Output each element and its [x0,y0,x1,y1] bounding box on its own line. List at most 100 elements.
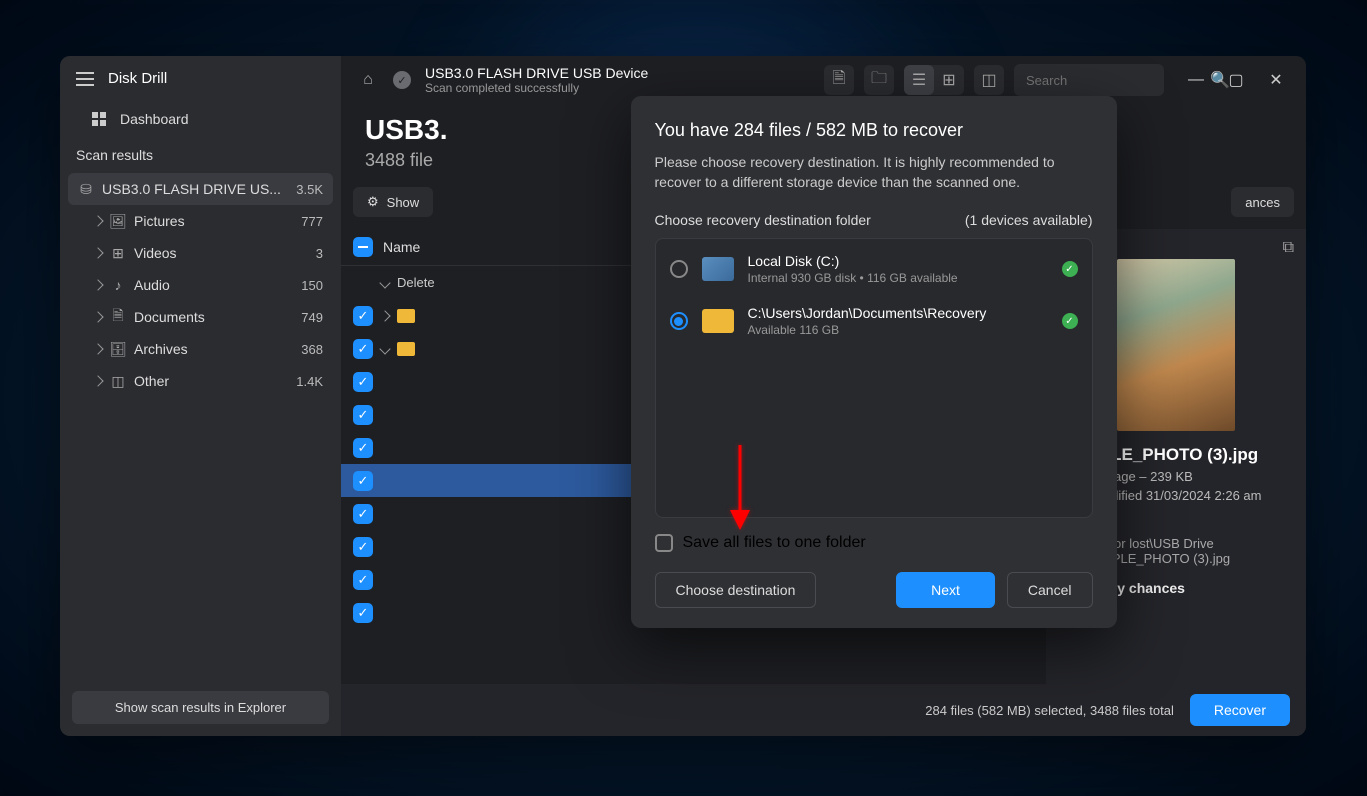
destination-recovery-folder[interactable]: C:\Users\Jordan\Documents\Recovery Avail… [656,295,1092,347]
preview-thumbnail [1117,259,1235,431]
sidebar-item-label: Archives [134,341,293,357]
main-panel: ⌂ ✓ USB3.0 FLASH DRIVE USB Device Scan c… [341,56,1306,736]
row-checkbox[interactable] [353,471,373,491]
sidebar-item-count: 749 [301,310,323,325]
sidebar-item-label: Pictures [134,213,293,229]
radio-checked[interactable] [670,312,688,330]
sidebar-item-device[interactable]: ⛁ USB3.0 FLASH DRIVE US... 3.5K [68,173,333,205]
device-title: USB3.0 FLASH DRIVE USB Device [425,65,648,81]
save-all-label: Save all files to one folder [683,534,866,552]
document-icon: 🗎 [110,309,126,325]
next-button[interactable]: Next [896,572,995,608]
check-icon: ✓ [1062,261,1078,277]
search-input[interactable] [1026,73,1202,88]
image-icon: 🖼 [110,213,126,229]
list-view-button[interactable]: ☰ [904,65,934,95]
menu-icon[interactable] [76,72,94,86]
show-filter[interactable]: ⚙Show [353,187,433,217]
selection-status: 284 files (582 MB) selected, 3488 files … [925,703,1174,718]
app-title: Disk Drill [108,70,167,87]
show-in-explorer-button[interactable]: Show scan results in Explorer [72,691,329,724]
sidebar: Disk Drill Dashboard Scan results ⛁ USB3… [60,56,341,736]
dashboard-icon [92,112,106,126]
popout-icon[interactable]: ⧉ [1283,239,1294,257]
panel-toggle-button[interactable]: ◫ [974,65,1004,95]
select-all-checkbox[interactable] [353,237,373,257]
row-checkbox[interactable] [353,339,373,359]
choose-destination-button[interactable]: Choose destination [655,572,817,608]
destination-details: Internal 930 GB disk • 116 GB available [748,271,1048,285]
sidebar-item-label: Other [134,373,288,389]
sidebar-item-count: 150 [301,278,323,293]
recover-button[interactable]: Recover [1190,694,1290,726]
sidebar-item-videos[interactable]: ⊞ Videos 3 [68,237,333,269]
archive-icon: 🗄 [110,341,126,357]
minimize-button[interactable]: — [1178,65,1214,95]
cancel-button[interactable]: Cancel [1007,572,1093,608]
row-checkbox[interactable] [353,372,373,392]
home-button[interactable]: ⌂ [353,65,383,95]
checkbox-unchecked[interactable] [655,534,673,552]
sidebar-item-documents[interactable]: 🗎 Documents 749 [68,301,333,333]
chevron-down-icon[interactable] [379,277,390,288]
radio-unchecked[interactable] [670,260,688,278]
row-checkbox[interactable] [353,537,373,557]
audio-icon: ♪ [110,277,126,293]
sidebar-item-count: 3.5K [296,182,323,197]
destination-local-disk[interactable]: Local Disk (C:) Internal 930 GB disk • 1… [656,243,1092,295]
scan-results-heading: Scan results [60,137,341,173]
sidebar-item-label: Videos [134,245,308,261]
destination-name: C:\Users\Jordan\Documents\Recovery [748,305,1048,321]
folder-view-button[interactable]: 🗀 [864,65,894,95]
folder-icon [397,342,415,356]
chevron-right-icon [92,343,103,354]
row-checkbox[interactable] [353,570,373,590]
row-checkbox[interactable] [353,504,373,524]
row-checkbox[interactable] [353,603,373,623]
chevron-right-icon [92,311,103,322]
app-window: Disk Drill Dashboard Scan results ⛁ USB3… [60,56,1306,736]
close-button[interactable]: ✕ [1258,65,1294,95]
search-box[interactable]: 🔍 [1014,64,1164,96]
sidebar-item-archives[interactable]: 🗄 Archives 368 [68,333,333,365]
chevron-down-icon [379,343,390,354]
row-checkbox[interactable] [353,438,373,458]
video-icon: ⊞ [110,245,126,261]
destination-name: Local Disk (C:) [748,253,1048,269]
chevron-right-icon [92,247,103,258]
recovery-destination-dialog: You have 284 files / 582 MB to recover P… [631,96,1117,628]
folder-icon [397,309,415,323]
status-bar: 284 files (582 MB) selected, 3488 files … [341,684,1306,736]
sidebar-item-label: Documents [134,309,293,325]
dashboard-label: Dashboard [120,111,189,127]
chances-filter[interactable]: ances [1231,187,1294,217]
sidebar-item-label: Audio [134,277,293,293]
check-icon: ✓ [1062,313,1078,329]
sidebar-item-other[interactable]: ◫ Other 1.4K [68,365,333,397]
row-checkbox[interactable] [353,405,373,425]
chevron-right-icon [92,375,103,386]
save-all-option[interactable]: Save all files to one folder [655,534,1093,552]
destination-list: Local Disk (C:) Internal 930 GB disk • 1… [655,238,1093,518]
dashboard-nav[interactable]: Dashboard [60,101,341,137]
disk-icon [702,257,734,281]
sidebar-item-audio[interactable]: ♪ Audio 150 [68,269,333,301]
disk-icon: ⛁ [78,181,94,197]
chevron-right-icon [379,310,390,321]
row-checkbox[interactable] [353,306,373,326]
dialog-title: You have 284 files / 582 MB to recover [655,120,1093,141]
maximize-button[interactable]: ▢ [1218,65,1254,95]
sidebar-item-count: 777 [301,214,323,229]
sidebar-item-pictures[interactable]: 🖼 Pictures 777 [68,205,333,237]
status-icon: ✓ [393,71,411,89]
file-view-button[interactable]: 🗎 [824,65,854,95]
devices-available: (1 devices available) [965,212,1093,228]
chevron-right-icon [92,215,103,226]
sidebar-item-count: 3 [316,246,323,261]
grid-view-button[interactable]: ⊞ [934,65,964,95]
choose-folder-label: Choose recovery destination folder [655,212,871,228]
folder-icon [702,309,734,333]
scan-status: Scan completed successfully [425,81,648,95]
sidebar-item-label: USB3.0 FLASH DRIVE US... [102,181,288,197]
chevron-right-icon [92,279,103,290]
